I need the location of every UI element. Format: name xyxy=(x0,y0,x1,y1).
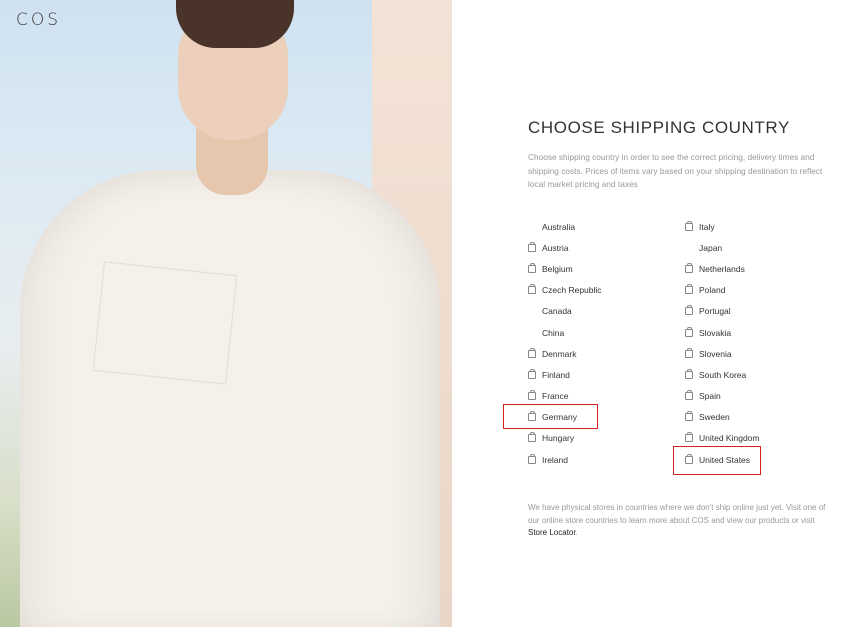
shopping-bag-icon xyxy=(528,347,536,358)
shopping-bag-icon xyxy=(528,368,536,379)
country-item-slovenia[interactable]: Slovenia xyxy=(685,343,759,364)
country-item-china[interactable]: China xyxy=(528,322,602,343)
country-label: Australia xyxy=(542,221,576,232)
page-title: CHOOSE SHIPPING COUNTRY xyxy=(528,118,790,137)
country-label: Finland xyxy=(542,369,570,380)
footer-text: We have physical stores in countries whe… xyxy=(528,503,826,525)
country-label: China xyxy=(542,327,565,338)
country-label: Spain xyxy=(699,391,721,402)
model-hair xyxy=(176,0,294,48)
shopping-bag-icon xyxy=(685,326,693,337)
country-item-australia[interactable]: Australia xyxy=(528,216,602,237)
shopping-bag-icon xyxy=(685,390,693,401)
country-label: Italy xyxy=(699,221,715,232)
page-description: Choose shipping country in order to see … xyxy=(528,152,823,189)
shopping-bag-icon xyxy=(528,284,536,295)
bag-icon xyxy=(528,347,542,358)
country-label: Czech Republic xyxy=(542,285,602,296)
shopping-bag-icon xyxy=(685,411,693,422)
bag-icon xyxy=(685,390,699,401)
bag-icon xyxy=(528,241,542,252)
country-item-denmark[interactable]: Denmark xyxy=(528,343,602,364)
country-item-belgium[interactable]: Belgium xyxy=(528,258,602,279)
country-item-czech-republic[interactable]: Czech Republic xyxy=(528,280,602,301)
bag-icon xyxy=(685,411,699,422)
bag-icon xyxy=(528,368,542,379)
highlight-united-states xyxy=(673,446,761,475)
bag-icon xyxy=(685,347,699,358)
country-label: South Korea xyxy=(699,369,747,380)
country-label: Slovakia xyxy=(699,327,732,338)
bag-icon xyxy=(528,284,542,295)
model-garment xyxy=(20,170,440,627)
shopping-bag-icon xyxy=(528,432,536,443)
shopping-bag-icon xyxy=(685,284,693,295)
country-item-spain[interactable]: Spain xyxy=(685,386,759,407)
bag-icon xyxy=(528,432,542,443)
country-item-italy[interactable]: Italy xyxy=(685,216,759,237)
shopping-bag-icon xyxy=(685,368,693,379)
country-item-hungary[interactable]: Hungary xyxy=(528,428,602,449)
highlight-germany xyxy=(503,404,598,429)
country-label: Canada xyxy=(542,306,572,317)
country-item-austria[interactable]: Austria xyxy=(528,237,602,258)
country-item-netherlands[interactable]: Netherlands xyxy=(685,258,759,279)
country-item-sweden[interactable]: Sweden xyxy=(685,407,759,428)
footer-end: . xyxy=(575,528,578,537)
country-item-slovakia[interactable]: Slovakia xyxy=(685,322,759,343)
country-label: Netherlands xyxy=(699,263,745,274)
bag-icon xyxy=(685,262,699,273)
country-item-poland[interactable]: Poland xyxy=(685,280,759,301)
shopping-bag-icon xyxy=(685,432,693,443)
shopping-bag-icon xyxy=(528,241,536,252)
store-footer-note: We have physical stores in countries whe… xyxy=(528,502,833,540)
garment-pocket xyxy=(92,261,238,385)
store-locator-link[interactable]: Store Locator xyxy=(528,528,576,537)
country-label: Slovenia xyxy=(699,348,732,359)
shopping-bag-icon xyxy=(685,220,693,231)
bag-icon xyxy=(528,390,542,401)
hero-image: COS xyxy=(0,0,452,627)
country-label: Sweden xyxy=(699,412,730,423)
bag-icon xyxy=(685,305,699,316)
bag-icon xyxy=(685,284,699,295)
country-column-left: Australia Austria Belgium Czech Republic Can… xyxy=(528,216,602,470)
country-label: Ireland xyxy=(542,454,568,465)
shopping-bag-icon xyxy=(528,453,536,464)
bag-icon xyxy=(528,262,542,273)
country-item-finland[interactable]: Finland xyxy=(528,364,602,385)
country-label: Poland xyxy=(699,285,726,296)
bag-icon xyxy=(685,220,699,231)
bag-icon xyxy=(685,368,699,379)
country-item-japan[interactable]: Japan xyxy=(685,237,759,258)
shopping-bag-icon xyxy=(528,262,536,273)
country-label: United Kingdom xyxy=(699,433,760,444)
country-label: Hungary xyxy=(542,433,575,444)
shopping-bag-icon xyxy=(685,347,693,358)
bag-icon xyxy=(528,453,542,464)
shopping-bag-icon xyxy=(685,262,693,273)
country-label: Austria xyxy=(542,242,569,253)
country-label: Denmark xyxy=(542,348,577,359)
bag-icon xyxy=(685,432,699,443)
country-item-ireland[interactable]: Ireland xyxy=(528,449,602,470)
brand-logo[interactable]: COS xyxy=(16,10,61,30)
country-item-canada[interactable]: Canada xyxy=(528,301,602,322)
country-label: Belgium xyxy=(542,263,573,274)
bag-icon xyxy=(685,326,699,337)
country-item-portugal[interactable]: Portugal xyxy=(685,301,759,322)
country-label: Japan xyxy=(699,242,723,253)
country-label: France xyxy=(542,391,569,402)
country-item-south-korea[interactable]: South Korea xyxy=(685,364,759,385)
shopping-bag-icon xyxy=(685,305,693,316)
country-label: Portugal xyxy=(699,306,731,317)
country-column-right: Italy Japan Netherlands Poland Portugal Slova… xyxy=(685,216,759,470)
shopping-bag-icon xyxy=(528,390,536,401)
